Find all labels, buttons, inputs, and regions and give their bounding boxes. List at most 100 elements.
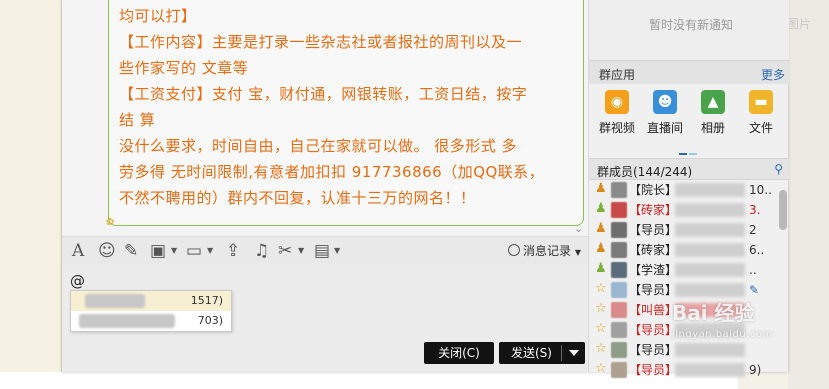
chat-message-area[interactable]: 均可以打】 【工作内容】主要是打录一些杂志社或者报社的周刊以及一 些作家写的 文… (62, 0, 588, 236)
blurred-name (675, 263, 745, 277)
mention-suggestion-item[interactable]: 1517) (71, 291, 231, 311)
avatar (611, 342, 627, 358)
blurred-name (675, 243, 745, 257)
mention-id: 703) (197, 314, 223, 327)
members-header: 群成员(144/244) ⚲ (589, 158, 789, 180)
avatar (611, 362, 627, 378)
avatar (611, 302, 627, 318)
edit-icon[interactable]: ✎ (749, 282, 759, 298)
input-toolbar: A ☺ ✎ ▣ ▼ ▭ ▼ ⇪ ♫ ✂ ▼ ▤ ▼ 消息记录 ▼ (62, 236, 588, 264)
blurred-name (675, 283, 745, 297)
send-button[interactable]: 发送(S) (499, 342, 585, 364)
member-suffix: 6.. (749, 243, 765, 257)
notice-text: 暂时没有新通知 (649, 18, 734, 32)
star-icon: ☆ (595, 341, 607, 356)
chevron-down-icon[interactable]: ▼ (334, 246, 340, 255)
member-row[interactable]: ♟ 【院长】 10.. (589, 180, 779, 200)
blurred-name (85, 294, 145, 308)
owner-icon: ♟ (595, 181, 607, 196)
member-tag: 【导员】 (629, 363, 678, 377)
chevron-down-icon[interactable]: ▼ (298, 246, 304, 255)
font-icon[interactable]: A (72, 240, 84, 262)
avatar (611, 262, 627, 278)
gift-icon[interactable]: ▣ (150, 240, 166, 262)
member-tag: 【叫兽】 (629, 303, 678, 317)
member-suffix: 9) (749, 363, 762, 377)
mention-suggestion-item[interactable]: 703) (71, 311, 231, 331)
music-icon[interactable]: ♫ (254, 240, 269, 262)
send-divider (561, 345, 562, 361)
message-line: 劳多得 无时间限制,有意者加扣扣 917736866（加QQ联系， (119, 163, 545, 181)
upload-icon[interactable]: ⇪ (226, 240, 240, 262)
notice-area: 暂时没有新通知 (589, 0, 789, 60)
message-input[interactable]: @ 1517) 703) 关闭(C) 发送(S) (62, 264, 588, 372)
member-tag: 【院长】 (629, 183, 678, 197)
emoji-icon[interactable]: ☺ (98, 240, 116, 262)
group-apps-more-link[interactable]: 更多 (761, 66, 785, 83)
send-label: 发送(S) (511, 346, 552, 360)
app-label: 直播间 (646, 121, 683, 135)
blurred-name (675, 203, 745, 217)
blurred-name (675, 183, 745, 197)
message-history-button[interactable]: 消息记录 ▼ (508, 242, 581, 259)
app-live-room[interactable]: ☻ 直播间 (639, 90, 691, 136)
member-tag: 【导员】 (629, 283, 678, 297)
background-left-panel (0, 0, 62, 389)
member-list-scrollbar[interactable] (779, 190, 787, 230)
chevron-down-icon[interactable]: ▼ (171, 246, 177, 255)
admin-icon: ♟ (595, 221, 607, 236)
image-icon[interactable]: ▭ (186, 240, 202, 262)
member-row[interactable]: ♟ 【砖家】 3. (589, 200, 779, 220)
file-icon: ▬ (749, 90, 773, 114)
member-row[interactable]: ☆ 【导员】 9) (589, 360, 779, 380)
message-line: 不然不聘用的）群内不回复，认准十三万的网名！！ (119, 189, 476, 207)
send-options-chevron-icon[interactable] (569, 350, 579, 356)
member-row[interactable]: ♟ 【砖家】 6.. (589, 240, 779, 260)
scissors-icon[interactable]: ✂ (278, 240, 292, 262)
chevron-down-icon[interactable]: ▼ (207, 246, 213, 255)
star-icon: ☆ (595, 361, 607, 376)
avatar (611, 282, 627, 298)
app-album[interactable]: ▲ 相册 (687, 90, 739, 136)
member-suffix: 3. (749, 203, 761, 217)
blurred-name (79, 314, 175, 328)
app-group-video[interactable]: ◉ 群视频 (591, 90, 643, 136)
member-row[interactable]: ♟ 【导员】 2 (589, 220, 779, 240)
message-line: 均可以打】 (119, 7, 197, 25)
star-icon: ☆ (595, 301, 607, 316)
search-icon[interactable]: ⚲ (774, 162, 783, 176)
group-apps-header: 群应用 更多 (589, 60, 789, 84)
chevron-down-icon: ▼ (574, 248, 581, 257)
bubble-flower-icon: ✿ (106, 217, 115, 228)
app-label: 文件 (748, 121, 773, 135)
clock-icon (508, 244, 520, 256)
member-tag: 【学渣】 (629, 263, 678, 277)
member-row[interactable]: ♟ 【学渣】 .. (589, 260, 779, 280)
magic-wand-icon[interactable]: ✎ (124, 240, 138, 262)
collapse-chevron-icon[interactable]: ⌄ (574, 222, 583, 235)
member-suffix: 2 (749, 223, 757, 237)
group-video-icon: ◉ (605, 90, 629, 114)
message-bubble: 均可以打】 【工作内容】主要是打录一些杂志社或者报社的周刊以及一 些作家写的 文… (108, 0, 584, 226)
message-line: 些作家写的 文章等 (119, 59, 249, 77)
album-icon: ▲ (701, 90, 725, 114)
admin-icon: ♟ (595, 261, 607, 276)
blurred-name (675, 363, 745, 377)
watermark-url: jingyan.baidu.com (672, 329, 773, 340)
red-packet-icon[interactable]: ▤ (314, 240, 330, 262)
avatar (611, 182, 627, 198)
history-label: 消息记录 (523, 244, 572, 258)
message-line: 结 算 (119, 111, 156, 129)
app-file[interactable]: ▬ 文件 (735, 90, 787, 136)
background-right-panel (788, 0, 829, 389)
member-tag: 【导员】 (629, 323, 678, 337)
member-row[interactable]: ☆ 【导员】 ✎ (589, 280, 779, 300)
star-icon: ☆ (595, 281, 607, 296)
avatar (611, 202, 627, 218)
message-line: 【工作内容】主要是打录一些杂志社或者报社的周刊以及一 (119, 33, 523, 51)
member-suffix: 10.. (749, 183, 772, 197)
member-tag: 【砖家】 (629, 203, 678, 217)
members-title: 群成员(144/244) (597, 165, 693, 179)
close-button[interactable]: 关闭(C) (424, 342, 494, 364)
member-suffix: .. (749, 263, 757, 277)
